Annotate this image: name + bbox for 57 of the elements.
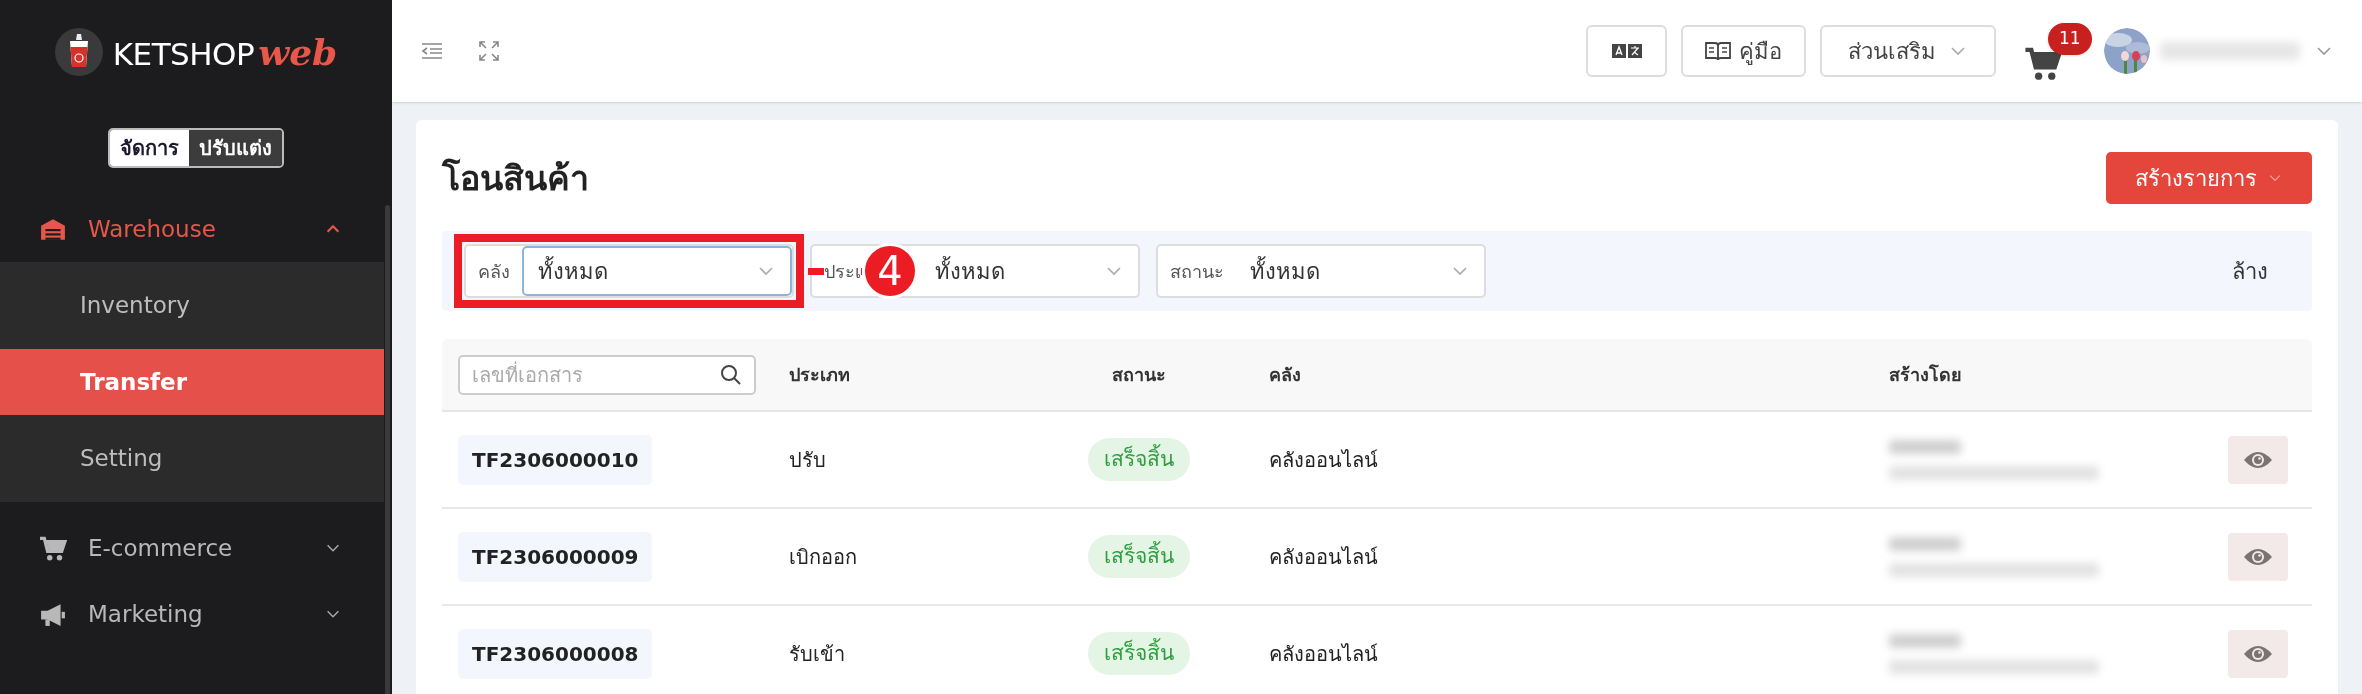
filter-dropdown[interactable]: สถานะ ทั้งหมด [1156,244,1486,298]
sidebar-item[interactable]: Warehouse [0,196,380,262]
view-button[interactable] [2228,532,2288,581]
table-cell: คลังออนไลน์ [1269,641,1378,666]
search-field[interactable]: เลขที่เอกสาร [458,354,756,395]
blurred-text [1889,536,1961,551]
page-title: โอนสินค้า [442,156,589,200]
translate-button[interactable] [1586,25,1667,77]
table-cell: คลังออนไลน์ [1269,447,1378,472]
submenu-item[interactable]: Inventory [0,262,384,349]
status-badge: เสร็จสิ้น [1088,631,1190,676]
sidebar-item[interactable]: E-commerce [0,515,380,581]
view-button[interactable] [2228,435,2288,484]
document-number: TF2306000008 [458,628,653,679]
cart-icon [2024,45,2062,81]
submenu-item[interactable]: Transfer [0,349,384,415]
eye-icon [2243,546,2273,567]
filter-dropdown[interactable]: คลัง ทั้งหมด [464,244,794,298]
addons-dropdown[interactable]: ส่วนเสริม [1820,25,1996,77]
table-cell: คลังออนไลน์ [1269,544,1378,569]
step-number-badge: 4 [862,243,918,299]
book-icon [1705,40,1731,62]
megaphone-icon [38,601,68,627]
submenu-item[interactable]: Setting [0,415,384,502]
table-cell: รับเข้า [789,641,845,666]
mode-tab[interactable]: จัดการ [110,130,189,166]
blurred-text [1889,633,1961,648]
status-badge: เสร็จสิ้น [1088,534,1190,579]
column-header: สถานะ [1112,364,1166,385]
eye-icon [2243,449,2273,470]
view-button[interactable] [2228,629,2288,678]
brand-suffix: web [258,30,338,75]
clear-button[interactable]: ล้าง [2232,254,2268,288]
column-header: ประเภท [789,364,850,385]
blurred-text [1889,439,1961,454]
cart-icon [38,535,68,561]
document-number: TF2306000009 [458,531,653,582]
translate-icon [1611,43,1642,59]
sidebar-item[interactable]: Marketing [0,581,380,647]
fullscreen-icon [478,40,500,62]
brand-name: KETSHOP [112,35,255,74]
scrollbar[interactable] [385,205,390,694]
column-header: คลัง [1269,364,1301,385]
table-cell: ปรับ [789,447,826,472]
table-cell: เบิกออก [789,544,857,569]
document-number: TF2306000010 [458,434,653,485]
manual-button[interactable]: คู่มือ [1681,25,1806,77]
mode-tab[interactable]: ปรับแต่ง [189,130,282,166]
status-badge: เสร็จสิ้น [1088,437,1190,482]
column-header: สร้างโดย [1889,364,1962,385]
eye-icon [2243,643,2273,664]
collapse-menu-icon [420,41,444,61]
cart-count-badge: 11 [2048,23,2092,55]
create-button[interactable]: สร้างรายการ [2106,152,2312,204]
filter-dropdown[interactable]: ประเ 4 ทั้งหมด [810,244,1140,298]
ketchup-cup-logo-icon [54,28,103,76]
search-icon [720,363,742,386]
